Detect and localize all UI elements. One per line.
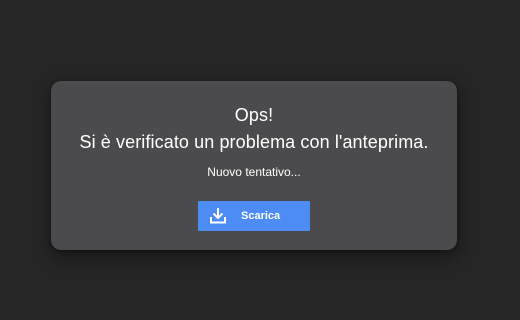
error-message: Si è verificato un problema con l'antepr… bbox=[79, 132, 429, 152]
download-button[interactable]: Scarica bbox=[198, 201, 310, 231]
retry-link[interactable]: Nuovo tentativo... bbox=[51, 164, 457, 180]
preview-error-card: Ops! Si è verificato un problema con l'a… bbox=[51, 81, 457, 250]
error-title: Ops! bbox=[234, 105, 274, 125]
download-button-label: Scarica bbox=[241, 210, 281, 222]
download-icon bbox=[210, 208, 226, 224]
